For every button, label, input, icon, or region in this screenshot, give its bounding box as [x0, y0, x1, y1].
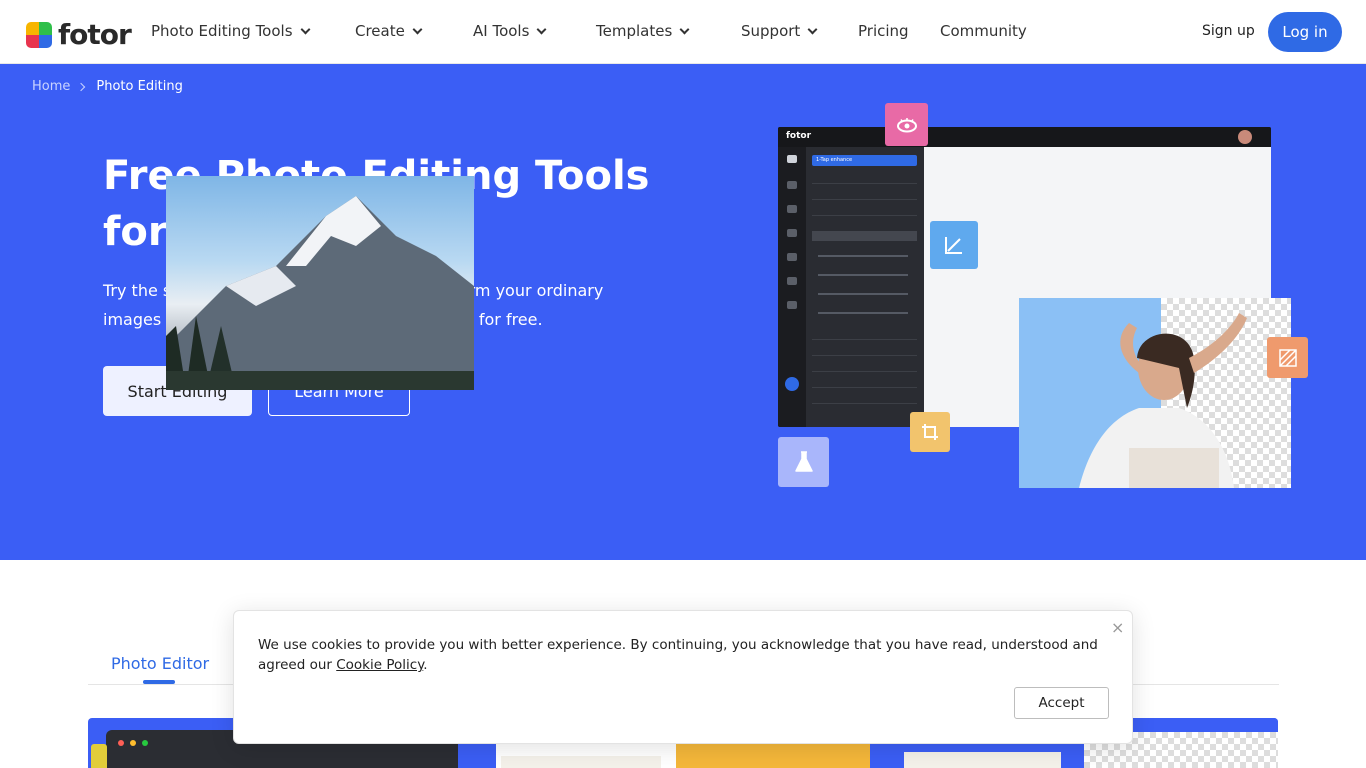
cookie-banner: × We use cookies to provide you with bet…: [233, 610, 1133, 744]
mockup-slider: [818, 274, 908, 276]
mockup-sidebar: [778, 147, 806, 427]
mockup-row: [812, 183, 917, 184]
cookie-message: We use cookies to provide you with bette…: [258, 635, 1098, 675]
nav-ai-tools[interactable]: AI Tools: [473, 22, 547, 40]
login-button[interactable]: Log in: [1268, 12, 1342, 52]
logo-text: fotor: [58, 18, 132, 51]
close-icon[interactable]: ×: [1111, 618, 1124, 637]
chevron-right-icon: [77, 82, 86, 91]
mockup-toolbar: fotor: [778, 127, 1271, 147]
mockup-row: [812, 199, 917, 200]
pattern-icon: [1267, 337, 1308, 378]
mockup-row: [812, 387, 917, 388]
nav-label: AI Tools: [473, 22, 530, 40]
mockup-row: [812, 371, 917, 372]
window-maximize-dot: [142, 740, 148, 746]
mockup-row: [812, 231, 917, 241]
chevron-down-icon: [679, 24, 690, 34]
card-cutout-left: [904, 752, 1061, 768]
nav-label: Templates: [596, 22, 673, 40]
chat-icon: [785, 377, 799, 391]
mockup-side-icon: [787, 155, 797, 163]
mockup-row: [812, 355, 917, 356]
window-close-dot: [118, 740, 124, 746]
tab-photo-editor[interactable]: Photo Editor: [111, 654, 209, 673]
flask-icon: [778, 437, 829, 487]
mountain-photo: [166, 176, 474, 390]
mockup-slider: [818, 255, 908, 257]
chevron-down-icon: [807, 24, 818, 34]
nav-label: Community: [940, 22, 1027, 40]
mockup-row: [812, 339, 917, 340]
fotor-logo-mark-icon: [26, 21, 52, 48]
breadcrumb-home[interactable]: Home: [32, 79, 70, 94]
nav-label: Photo Editing Tools: [151, 22, 293, 40]
fotor-logo[interactable]: fotor: [26, 18, 132, 51]
nav-label: Create: [355, 22, 405, 40]
nav-label: Support: [741, 22, 801, 40]
mockup-enhance-label: 1-Tap enhance: [816, 157, 853, 163]
person-illustration: [1079, 313, 1247, 488]
nav-templates[interactable]: Templates: [596, 22, 690, 40]
nav-photo-editing-tools[interactable]: Photo Editing Tools: [151, 22, 310, 40]
card-accent: [91, 744, 107, 768]
chevron-down-icon: [300, 24, 310, 34]
nav-support[interactable]: Support: [741, 22, 818, 40]
mockup-side-icon: [787, 253, 797, 261]
accept-button[interactable]: Accept: [1014, 687, 1109, 719]
eye-icon: [885, 103, 928, 146]
mockup-row: [812, 215, 917, 216]
nav-pricing[interactable]: Pricing: [858, 22, 909, 40]
cookie-end: .: [423, 657, 428, 673]
nav-label: Pricing: [858, 22, 909, 40]
nav-community[interactable]: Community: [940, 22, 1027, 40]
crop-icon: [910, 412, 950, 452]
mountain-illustration: [166, 196, 474, 390]
card-portrait-left: [501, 756, 661, 768]
nav-create[interactable]: Create: [355, 22, 423, 40]
mockup-logo: fotor: [786, 131, 812, 141]
mockup-row: [812, 403, 917, 404]
straighten-icon: [930, 221, 978, 269]
hero-section: Home Photo Editing Free Photo Editing To…: [0, 64, 1366, 560]
breadcrumb-current: Photo Editing: [96, 79, 183, 94]
person-photo: [1019, 298, 1291, 488]
mockup-side-icon: [787, 277, 797, 285]
mockup-enhance-bar: 1-Tap enhance: [812, 155, 917, 166]
breadcrumb: Home Photo Editing: [32, 79, 183, 94]
mockup-panel: 1-Tap enhance: [806, 147, 924, 427]
chevron-down-icon: [412, 24, 423, 34]
top-header: fotor Photo Editing Tools Create AI Tool…: [0, 0, 1366, 64]
signup-link[interactable]: Sign up: [1202, 23, 1255, 39]
chevron-down-icon: [536, 24, 547, 34]
mockup-side-icon: [787, 301, 797, 309]
mockup-side-icon: [787, 205, 797, 213]
mockup-slider: [818, 293, 908, 295]
mockup-slider: [818, 312, 908, 314]
window-minimize-dot: [130, 740, 136, 746]
mockup-side-icon: [787, 229, 797, 237]
cookie-policy-link[interactable]: Cookie Policy: [336, 657, 423, 673]
mockup-side-icon: [787, 181, 797, 189]
mockup-avatar: [1238, 130, 1252, 144]
